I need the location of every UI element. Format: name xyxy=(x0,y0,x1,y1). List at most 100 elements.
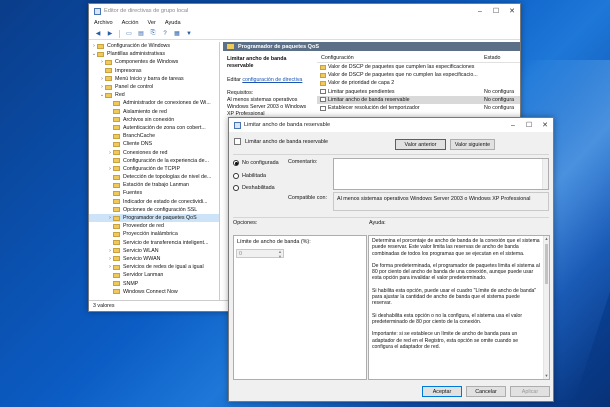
options-panel: Límite de ancho de banda (%): 0 ▲ ▼ xyxy=(233,235,367,380)
dialog-close-button[interactable]: ✕ xyxy=(537,119,553,131)
tree-item[interactable]: Proveedor de red xyxy=(89,222,219,230)
setting-state: No configura xyxy=(484,88,515,95)
help-icon[interactable]: ? xyxy=(160,29,170,38)
menu-ayuda[interactable]: Ayuda xyxy=(165,20,181,26)
settings-list-item[interactable]: Valor de DSCP de paquetes que no cumplen… xyxy=(317,71,520,79)
settings-list-item[interactable]: Valor de DSCP de paquetes que cumplen la… xyxy=(317,63,520,71)
tree-item[interactable]: Archivos sin conexión xyxy=(89,116,219,124)
tree-item[interactable]: Administrador de conexiones de Wi... xyxy=(89,99,219,107)
tree-item[interactable]: SNMP xyxy=(89,279,219,287)
tree-item[interactable]: Windows Connect Now xyxy=(89,288,219,296)
tree-item[interactable]: › Servicios de redes de igual a igual xyxy=(89,263,219,271)
tree-item[interactable]: Configuración de la experiencia de... xyxy=(89,157,219,165)
ok-button[interactable]: Aceptar xyxy=(422,386,462,397)
policy-setting-icon xyxy=(320,97,326,103)
setting-state: No configura xyxy=(484,96,515,103)
help-paragraph: De forma predeterminada, el programador … xyxy=(372,262,540,282)
bandwidth-limit-spinner[interactable]: 0 ▲ ▼ xyxy=(236,249,284,259)
tree-item[interactable]: Indicador de estado de conectividi... xyxy=(89,198,219,206)
status-text: 3 valores xyxy=(93,303,115,309)
export-list-icon[interactable]: ⎘ xyxy=(148,29,158,38)
radio-not-configured-circle[interactable] xyxy=(233,160,239,166)
tree-item[interactable]: › Configuración de TCPIP xyxy=(89,165,219,173)
tree-item[interactable]: Impresoras xyxy=(89,67,219,75)
tree-item[interactable]: Servidor Lanman xyxy=(89,271,219,279)
tree-item[interactable]: › Panel de control xyxy=(89,83,219,91)
tree-item-label: Servicio WWAN xyxy=(123,255,161,262)
radio-not-configured[interactable]: No configurada xyxy=(233,160,279,166)
comment-scrollbar[interactable] xyxy=(542,159,548,189)
folder-icon xyxy=(105,76,112,82)
help-scrollbar[interactable]: ▲ ▼ xyxy=(543,236,549,379)
tree-item[interactable]: › Servicio WWAN xyxy=(89,255,219,263)
folder-icon xyxy=(113,289,120,295)
apply-button[interactable]: Aplicar xyxy=(510,386,550,397)
folder-icon xyxy=(113,150,120,156)
tree-item[interactable]: Proyección inalámbrica xyxy=(89,230,219,238)
tree-item[interactable]: › Configuración de Windows xyxy=(89,42,219,50)
column-header-state[interactable]: Estado xyxy=(484,55,520,61)
folder-icon xyxy=(113,182,120,188)
tree-item[interactable]: › Conexiones de red xyxy=(89,148,219,156)
setting-name: Establecer resolución del temporizador xyxy=(328,105,420,112)
tree-item-label: Proyección inalámbrica xyxy=(123,231,178,238)
tree-item[interactable]: Opciones de configuración SSL xyxy=(89,206,219,214)
dialog-separator xyxy=(233,154,549,155)
tree-item[interactable]: Aislamiento de red xyxy=(89,108,219,116)
settings-list-item[interactable]: Limitar paquetes pendientes No configura xyxy=(317,88,520,96)
folder-icon xyxy=(113,190,120,196)
tree-item[interactable]: Detección de topologías de nivel de... xyxy=(89,173,219,181)
tree-item[interactable]: Servicio de transferencia inteligent... xyxy=(89,239,219,247)
radio-disabled[interactable]: Deshabilitada xyxy=(233,185,275,191)
dialog-maximize-button[interactable]: ☐ xyxy=(521,119,537,131)
settings-list-item[interactable]: Establecer resolución del temporizador No… xyxy=(317,104,520,112)
comment-textarea[interactable] xyxy=(333,158,549,190)
cancel-button[interactable]: Cancelar xyxy=(466,386,506,397)
spinner-arrows-icon[interactable]: ▲ ▼ xyxy=(278,249,282,259)
radio-disabled-circle[interactable] xyxy=(233,185,239,191)
column-header-setting[interactable]: Configuración xyxy=(317,55,484,61)
close-button[interactable]: ✕ xyxy=(504,5,520,17)
menu-ver[interactable]: Ver xyxy=(147,20,155,26)
radio-enabled[interactable]: Habilitada xyxy=(233,173,266,179)
tree-item[interactable]: BranchCache xyxy=(89,132,219,140)
edit-policy-link[interactable]: configuración de directiva xyxy=(242,77,302,83)
dialog-minimize-button[interactable]: – xyxy=(505,119,521,131)
tree-item[interactable]: Cliente DNS xyxy=(89,140,219,148)
folder-icon xyxy=(113,166,120,172)
tree-item[interactable]: Autenticación de zona con cobert... xyxy=(89,124,219,132)
editor-titlebar: Editor de directivas de grupo local – ☐ … xyxy=(89,4,520,18)
help-paragraph: Si deshabilita esta opción o no la confi… xyxy=(372,312,523,325)
tree-item[interactable]: › Componentes de Windows xyxy=(89,58,219,66)
back-arrow-icon[interactable]: ◀ xyxy=(93,29,103,38)
scroll-down-arrow-icon[interactable]: ▼ xyxy=(544,373,549,379)
tree-item[interactable]: › Menú Inicio y barra de tareas xyxy=(89,75,219,83)
forward-arrow-icon[interactable]: ▶ xyxy=(105,29,115,38)
properties-icon[interactable]: ▦ xyxy=(172,29,182,38)
scroll-thumb[interactable] xyxy=(545,244,548,284)
folder-icon xyxy=(113,199,120,205)
settings-list-item[interactable]: Limitar ancho de banda reservable No conf… xyxy=(317,95,520,104)
tree-item[interactable]: › Programador de paquetes QoS xyxy=(89,213,219,223)
next-setting-button[interactable]: Valor siguiente xyxy=(450,139,495,150)
menu-accion[interactable]: Acción xyxy=(122,20,139,26)
up-folder-icon[interactable]: ▭ xyxy=(124,29,134,38)
tree-item[interactable]: ⌄ Red xyxy=(89,91,219,99)
menu-archivo[interactable]: Archivo xyxy=(94,20,113,26)
tree-item[interactable]: ⌄ Plantillas administrativas xyxy=(89,50,219,58)
minimize-button[interactable]: – xyxy=(472,5,488,17)
tree-item[interactable]: › Servicio WLAN xyxy=(89,247,219,255)
maximize-button[interactable]: ☐ xyxy=(488,5,504,17)
tree-item-label: Autenticación de zona con cobert... xyxy=(123,124,206,131)
toolbar: ◀ ▶ ▭ ▤ ⎘ ? ▦ ▼ xyxy=(89,28,520,40)
radio-enabled-circle[interactable] xyxy=(233,173,239,179)
tree-item[interactable]: Fuentes xyxy=(89,189,219,197)
tree-item[interactable]: Estación de trabajo Lanman xyxy=(89,181,219,189)
scroll-up-arrow-icon[interactable]: ▲ xyxy=(544,236,549,242)
radio-disabled-label: Deshabilitada xyxy=(242,185,275,191)
previous-setting-button[interactable]: Valor anterior xyxy=(395,139,446,150)
show-tree-icon[interactable]: ▤ xyxy=(136,29,146,38)
filter-icon[interactable]: ▼ xyxy=(184,29,194,38)
settings-list-item[interactable]: Valor de prioridad de capa 2 xyxy=(317,79,520,87)
folder-icon xyxy=(113,281,120,287)
